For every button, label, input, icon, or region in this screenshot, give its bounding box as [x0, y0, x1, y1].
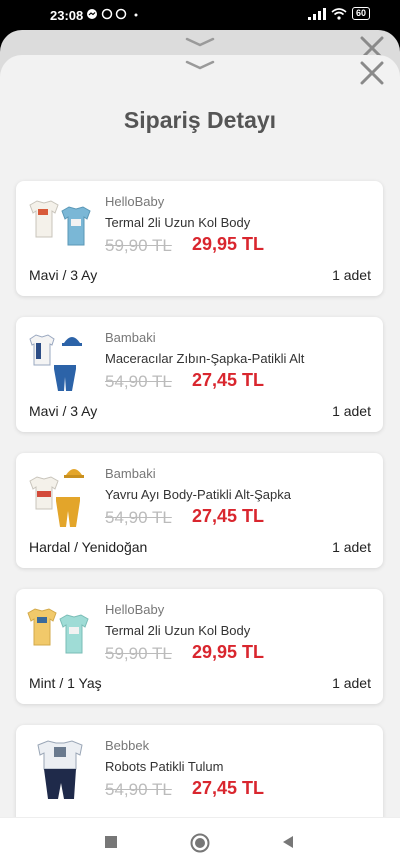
item-name: Termal 2li Uzun Kol Body — [105, 215, 251, 230]
product-image — [29, 334, 82, 391]
item-price: 27,45 TL — [192, 506, 265, 526]
item-quantity: 1 adet — [332, 675, 371, 691]
item-old-price: 54,90 TL — [105, 372, 172, 391]
item-brand: Bambaki — [105, 330, 156, 345]
notification-icons — [86, 8, 142, 23]
chevron-down-icon[interactable] — [184, 36, 216, 48]
status-bar: 23:08 60 — [0, 0, 400, 30]
item-old-price: 54,90 TL — [105, 508, 172, 527]
item-name: Termal 2li Uzun Kol Body — [105, 623, 251, 638]
product-image — [29, 469, 84, 527]
item-price: 29,95 TL — [192, 234, 265, 254]
product-image — [27, 608, 89, 654]
signal-icon — [307, 7, 326, 20]
item-old-price: 59,90 TL — [105, 644, 172, 663]
chevron-down-icon[interactable] — [184, 59, 216, 71]
order-detail-sheet: Sipariş Detayı HelloBaby Termal 2li Uzun… — [0, 55, 400, 817]
item-name: Robots Patikli Tulum — [105, 759, 224, 774]
item-brand: Bambaki — [105, 466, 156, 481]
item-price: 29,95 TL — [192, 642, 265, 662]
wifi-icon — [331, 7, 347, 20]
item-name: Yavru Ayı Body-Patikli Alt-Şapka — [105, 487, 291, 502]
order-item-card[interactable]: HelloBaby Termal 2li Uzun Kol Body 59,90… — [16, 589, 383, 704]
item-brand: HelloBaby — [105, 602, 165, 617]
home-button[interactable] — [190, 833, 210, 853]
back-button[interactable] — [281, 835, 295, 849]
item-price: 27,45 TL — [192, 370, 265, 390]
item-variant: Hardal / Yenidoğan — [29, 539, 148, 555]
item-old-price: 59,90 TL — [105, 236, 172, 255]
order-item-card[interactable]: HelloBaby Termal 2li Uzun Kol Body 59,90… — [16, 181, 383, 296]
recents-button[interactable] — [104, 835, 118, 849]
page-title: Sipariş Detayı — [123, 107, 277, 133]
order-item-card[interactable]: Bebbek Robots Patikli Tulum 54,90 TL 27,… — [16, 725, 383, 817]
item-old-price: 54,90 TL — [105, 780, 172, 799]
item-quantity: 1 adet — [332, 267, 371, 283]
item-name: Maceracılar Zıbın-Şapka-Patikli Alt — [105, 351, 305, 366]
order-item-card[interactable]: Bambaki Maceracılar Zıbın-Şapka-Patikli … — [16, 317, 383, 432]
item-quantity: 1 adet — [332, 539, 371, 555]
item-variant: Mavi / 3 Ay — [29, 267, 98, 283]
close-icon[interactable] — [359, 60, 385, 86]
product-image — [29, 200, 91, 246]
item-quantity: 1 adet — [332, 403, 371, 419]
order-item-card[interactable]: Bambaki Yavru Ayı Body-Patikli Alt-Şapka… — [16, 453, 383, 568]
system-nav-bar — [0, 817, 400, 867]
product-image — [37, 740, 83, 799]
status-time: 23:08 — [50, 8, 84, 23]
item-price: 27,45 TL — [192, 778, 265, 798]
item-brand: HelloBaby — [105, 194, 165, 209]
status-right: 60 — [307, 7, 370, 20]
battery-icon: 60 — [351, 7, 370, 20]
item-variant: Mavi / 3 Ay — [29, 403, 98, 419]
item-variant: Mint / 1 Yaş — [29, 675, 102, 691]
item-brand: Bebbek — [105, 738, 150, 753]
